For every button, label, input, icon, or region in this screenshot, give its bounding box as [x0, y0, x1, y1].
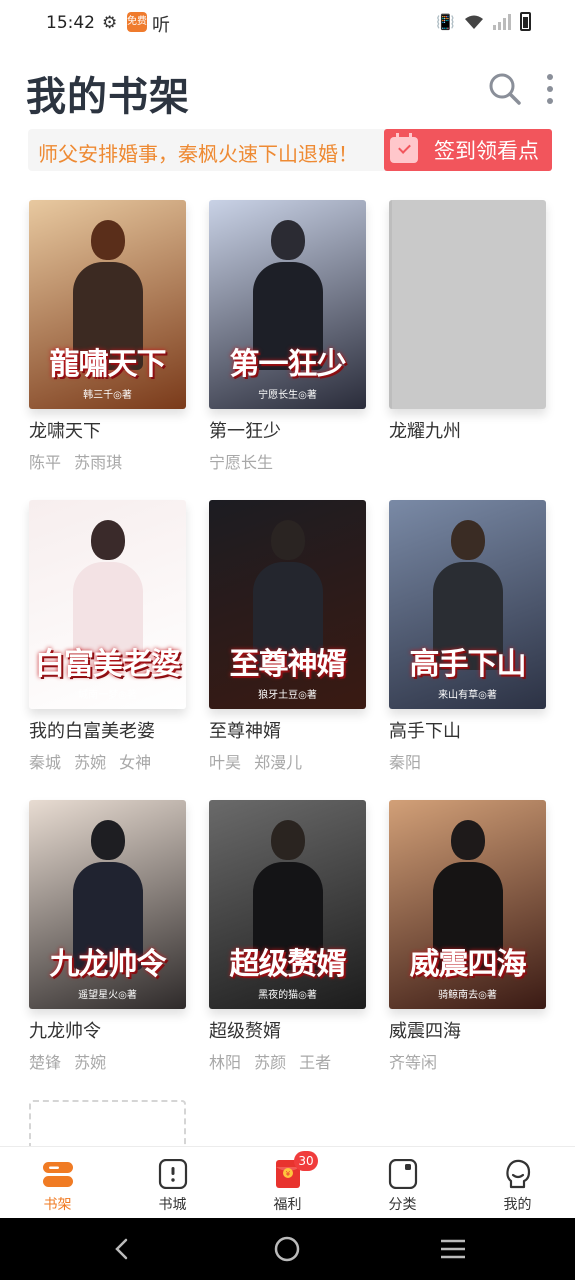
status-indicators: 📳	[436, 12, 531, 31]
battery-icon	[520, 12, 531, 31]
nav-item-category[interactable]: 分类	[345, 1147, 460, 1218]
more-dot-icon	[547, 86, 553, 92]
book-tags: 秦阳	[389, 753, 422, 772]
cover-author: 骑鲸南去◎著	[438, 990, 497, 1001]
signal-icon	[493, 13, 511, 30]
promo-text[interactable]: 师父安排婚事，秦枫火速下山退婚！	[38, 138, 358, 167]
nav-label: 书城	[158, 1197, 187, 1213]
cover-title: 九龙帅令	[49, 947, 167, 982]
book-cover[interactable]: 高手下山来山有草◎著	[389, 500, 546, 709]
book-cover[interactable]: 第一狂少宁愿长生◎著	[209, 200, 366, 409]
nav-item-welfare[interactable]: ¥ 30 福利	[230, 1147, 345, 1218]
header: 我的书架	[0, 60, 575, 120]
book-title[interactable]: 高手下山	[389, 717, 546, 743]
book-item[interactable]: 高手下山 来山有草◎著 高手下山 秦阳	[389, 500, 546, 773]
more-options-button[interactable]	[540, 70, 560, 108]
nav-label: 分类	[388, 1197, 417, 1213]
category-icon	[388, 1159, 417, 1189]
bottom-nav: 书架 书城 ¥ 30 福利 分类 我的	[0, 1146, 575, 1218]
book-item[interactable]: 至尊神婿 狼牙土豆◎著 至尊神婿 叶昊 郑漫儿	[209, 500, 366, 773]
cover-author: 遥望星火◎著	[78, 990, 137, 1001]
book-tags: 秦城 苏婉 女神	[29, 753, 152, 772]
book-item[interactable]: 威震四海 骑鲸南去◎著 威震四海 齐等闲	[389, 800, 546, 1073]
book-cover[interactable]: 至尊神婿狼牙土豆◎著	[209, 500, 366, 709]
cover-title: 至尊神婿	[229, 647, 347, 682]
book-title[interactable]: 第一狂少	[209, 417, 366, 443]
book-item[interactable]: 白富美老婆城南一梦◎著我的白富美老婆秦城 苏婉 女神	[29, 500, 186, 773]
cover-title: 龍嘯天下	[49, 347, 167, 382]
home-icon[interactable]	[274, 1236, 300, 1262]
cover-author: 城南一梦◎著	[78, 690, 137, 701]
promo-banner[interactable]: 师父安排婚事，秦枫火速下山退婚！ 签到领看点	[28, 129, 552, 171]
book-title[interactable]: 龙啸天下	[29, 417, 186, 443]
search-button[interactable]	[488, 72, 522, 106]
profile-icon	[505, 1159, 530, 1189]
book-cover[interactable]: 九龙帅令遥望星火◎著	[29, 800, 186, 1009]
cover-title: 超级赘婿	[229, 947, 347, 982]
cover-author: 狼牙土豆◎著	[258, 690, 317, 701]
book-tags: 陈平 苏雨琪	[29, 453, 123, 472]
add-book-placeholder[interactable]	[29, 1100, 186, 1150]
app-notification-icon: 免费	[127, 12, 147, 32]
listen-notification-icon: 听	[152, 15, 170, 36]
book-tags: 叶昊 郑漫儿	[209, 753, 303, 772]
more-dot-icon	[547, 74, 553, 80]
book-item[interactable]: 第一狂少 宁愿长生◎著 第一狂少 宁愿长生	[209, 200, 366, 473]
nav-item-bookshelf[interactable]: 书架	[0, 1147, 115, 1218]
settings-gear-icon: ⚙	[102, 13, 118, 33]
checkin-label: 签到领看点	[434, 139, 539, 163]
nav-item-profile[interactable]: 我的	[460, 1147, 575, 1218]
book-store-icon	[158, 1159, 187, 1189]
cover-title: 高手下山	[409, 647, 527, 682]
nav-label: 福利	[273, 1197, 302, 1213]
back-icon[interactable]	[110, 1237, 134, 1261]
book-title[interactable]: 至尊神婿	[209, 717, 366, 743]
book-tags: 宁愿长生	[209, 453, 274, 472]
checkin-button[interactable]: 签到领看点	[384, 129, 552, 171]
vibrate-icon: 📳	[436, 12, 455, 31]
wifi-icon	[465, 15, 483, 29]
nav-label: 我的	[503, 1197, 532, 1213]
book-title[interactable]: 超级赘婿	[209, 1017, 366, 1043]
bookshelf-icon	[42, 1162, 73, 1187]
book-cover[interactable]	[389, 200, 546, 409]
book-cover[interactable]: 超级赘婿黑夜的猫◎著	[209, 800, 366, 1009]
book-tags: 林阳 苏颜 王者	[209, 1053, 332, 1072]
search-icon	[489, 73, 521, 105]
cover-author: 来山有草◎著	[438, 690, 497, 701]
cover-author: 黑夜的猫◎著	[258, 990, 317, 1001]
calendar-check-icon	[390, 133, 418, 163]
cover-author: 韩三千◎著	[83, 390, 132, 401]
book-cover[interactable]: 龍嘯天下韩三千◎著	[29, 200, 186, 409]
book-title[interactable]: 九龙帅令	[29, 1017, 186, 1043]
book-title[interactable]: 威震四海	[389, 1017, 546, 1043]
book-title[interactable]: 我的白富美老婆	[29, 717, 186, 743]
more-dot-icon	[547, 98, 553, 104]
system-nav-bar	[0, 1218, 575, 1280]
book-item[interactable]: 龍嘯天下韩三千◎著龙啸天下陈平 苏雨琪	[29, 200, 186, 473]
welfare-badge: 30	[294, 1151, 318, 1171]
status-bar: 15:42 ⚙ 免费 听 📳	[0, 0, 575, 48]
book-tags: 齐等闲	[389, 1053, 438, 1072]
cover-author: 宁愿长生◎著	[258, 390, 317, 401]
book-title[interactable]: 龙耀九州	[389, 417, 546, 443]
book-item[interactable]: 龙耀九州	[389, 200, 546, 449]
cover-title: 第一狂少	[229, 347, 347, 382]
book-item[interactable]: 九龙帅令 遥望星火◎著 九龙帅令 楚锋 苏婉	[29, 800, 186, 1073]
book-cover[interactable]: 威震四海骑鲸南去◎著	[389, 800, 546, 1009]
cover-title: 威震四海	[409, 947, 527, 982]
cover-title: 白富美老婆	[35, 647, 181, 682]
status-time: 15:42	[46, 13, 95, 33]
nav-label: 书架	[43, 1197, 72, 1213]
nav-item-bookstore[interactable]: 书城	[115, 1147, 230, 1218]
book-item[interactable]: 超级赘婿 黑夜的猫◎著 超级赘婿 林阳 苏颜 王者	[209, 800, 366, 1073]
page-title: 我的书架	[26, 74, 190, 120]
book-cover[interactable]: 白富美老婆城南一梦◎著	[29, 500, 186, 709]
recents-menu-icon[interactable]	[440, 1238, 466, 1260]
svg-text:¥: ¥	[285, 1170, 290, 1178]
book-tags: 楚锋 苏婉	[29, 1053, 107, 1072]
